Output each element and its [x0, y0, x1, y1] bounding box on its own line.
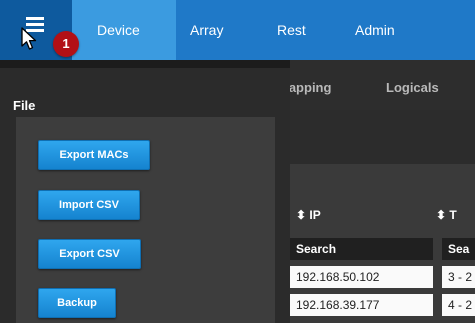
ip-search-placeholder: Search — [296, 242, 337, 256]
tab-device[interactable]: Device — [72, 0, 176, 60]
toolbar-band — [290, 110, 475, 164]
tab-mapping[interactable]: Mapping — [286, 80, 358, 95]
t-search-placeholder: Sea — [448, 242, 470, 256]
tab-logicals[interactable]: Logicals — [386, 80, 439, 95]
tab-rest-label: Rest — [277, 22, 306, 38]
mouse-pointer-icon — [21, 27, 37, 50]
ip-search-input[interactable]: Search — [290, 238, 433, 260]
sort-icon: ⬍ — [436, 208, 447, 222]
table-cell-t-text: 3 - 2 — [448, 270, 473, 284]
column-header-ip-label: IP — [309, 208, 321, 222]
sort-icon: ⬍ — [296, 208, 307, 222]
export-macs-button[interactable]: Export MACs — [38, 140, 150, 170]
table-cell-ip: 192.168.50.102 — [290, 266, 433, 288]
backup-button[interactable]: Backup — [38, 288, 116, 318]
table-cell-ip-text: 192.168.50.102 — [296, 270, 380, 284]
import-csv-button[interactable]: Import CSV — [38, 190, 140, 220]
tab-rest[interactable]: Rest — [277, 0, 306, 60]
menu-icon — [26, 17, 44, 20]
import-csv-label: Import CSV — [59, 199, 119, 211]
drawer-section-title: File — [13, 98, 36, 113]
table-cell-t: 4 - 2 — [442, 294, 475, 316]
table-cell-t-text: 4 - 2 — [448, 298, 473, 312]
tab-logicals-label: Logicals — [386, 80, 439, 95]
step-badge: 1 — [53, 31, 79, 57]
table-cell-ip-text: 192.168.39.177 — [296, 298, 380, 312]
backup-label: Backup — [57, 297, 97, 309]
tab-array[interactable]: Array — [190, 0, 223, 60]
tab-mapping-label: Mapping — [286, 80, 332, 95]
tab-device-label: Device — [97, 22, 140, 38]
table-cell-t: 3 - 2 — [442, 266, 475, 288]
export-csv-button[interactable]: Export CSV — [38, 239, 141, 269]
table-cell-ip: 192.168.39.177 — [290, 294, 433, 316]
column-header-ip[interactable]: ⬍ IP — [296, 208, 321, 222]
t-search-input[interactable]: Sea — [442, 238, 475, 260]
column-header-t-label: T — [449, 208, 457, 222]
export-csv-label: Export CSV — [59, 248, 120, 260]
tab-admin-label: Admin — [355, 22, 395, 38]
tab-array-label: Array — [190, 22, 224, 38]
drawer-header-strip — [0, 60, 290, 68]
tab-admin[interactable]: Admin — [355, 0, 395, 60]
export-macs-label: Export MACs — [59, 149, 129, 161]
menu-icon-line — [26, 23, 44, 26]
column-header-t[interactable]: ⬍ T — [436, 208, 457, 222]
